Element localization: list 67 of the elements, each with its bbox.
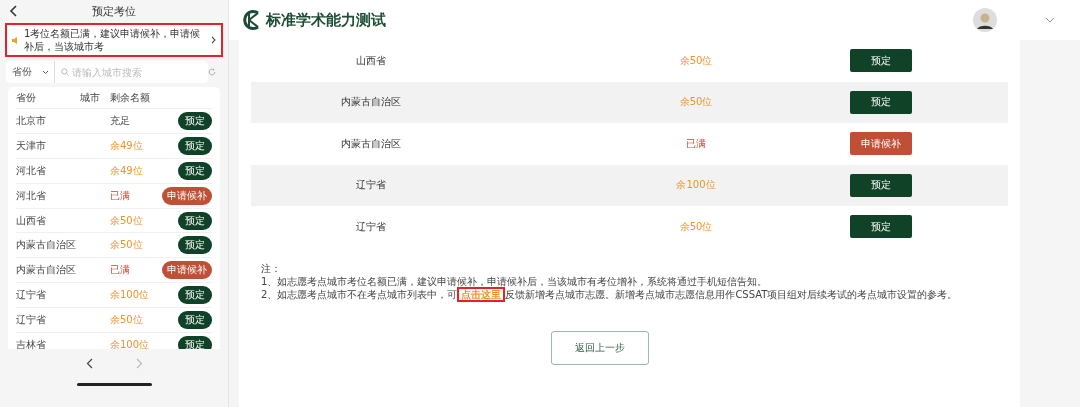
- table-cell-text: 内蒙古自治区: [340, 95, 402, 110]
- table-cell-text: 辽宁省: [355, 219, 387, 234]
- book-button[interactable]: 预定: [178, 286, 212, 305]
- table-cell-text: 已满: [110, 263, 131, 278]
- note-text: 1、如志愿考点城市考位名额已满，建议申请候补，申请候补后，当该城市有考位增补，系统将通过手机短信告知。: [261, 274, 769, 288]
- book-button[interactable]: 预定: [178, 311, 212, 330]
- book-button[interactable]: 预定: [178, 161, 212, 180]
- notice-text: 1考位名额已满，建议申请候补，申请候补后，当该城市考: [24, 27, 202, 53]
- page-title: 预定考位: [92, 3, 136, 19]
- note-heading: 注：: [261, 261, 282, 275]
- book-button[interactable]: 预定: [850, 173, 912, 197]
- note-text: 2、如志愿考点城市不在考点城市列表中，可: [261, 288, 458, 300]
- caret-icon: [42, 69, 49, 75]
- table-cell-text: 余50位: [678, 95, 714, 110]
- table-cell-text: 已满: [110, 188, 131, 203]
- column-header: 剩余名额: [110, 90, 151, 105]
- book-button[interactable]: 预定: [178, 136, 212, 155]
- table-cell-text: 北京市: [16, 113, 47, 128]
- table-cell-text: 余50位: [110, 238, 144, 253]
- table-cell-text: 内蒙古自治区: [340, 136, 402, 151]
- waitlist-button[interactable]: 申请候补: [162, 261, 212, 280]
- table-cell-text: 内蒙古自治区: [16, 238, 77, 253]
- forward-icon: [135, 357, 143, 369]
- table-cell-text: 辽宁省: [16, 288, 47, 303]
- book-button[interactable]: 预定: [178, 335, 212, 349]
- back-icon[interactable]: [85, 357, 93, 369]
- waitlist-button[interactable]: 申请候补: [162, 186, 212, 205]
- table-cell-text: 余49位: [110, 163, 144, 178]
- book-button[interactable]: 预定: [850, 49, 912, 73]
- chevron-right-icon: [211, 36, 216, 44]
- table-cell-text: 余100位: [110, 337, 151, 349]
- back-button[interactable]: 返回上一步: [550, 330, 649, 365]
- note-text: 反馈新增考点城市志愿。新增考点城市志愿信息用作CSSAT项目组对后续考试的考点城市设置的参考。: [505, 288, 958, 300]
- table-cell-text: 充足: [110, 113, 131, 128]
- table-cell-text: 山西省: [355, 53, 387, 68]
- table-cell-text: 山西省: [16, 213, 47, 228]
- table-cell-text: 内蒙古自治区: [16, 263, 77, 278]
- table-cell-text: 余100位: [675, 178, 717, 193]
- book-button[interactable]: 预定: [178, 111, 212, 130]
- speaker-icon: [12, 36, 20, 44]
- table-cell-text: 余50位: [678, 219, 714, 234]
- table-cell-text: 天津市: [16, 138, 47, 153]
- book-button[interactable]: 预定: [850, 90, 912, 114]
- book-button[interactable]: 预定: [178, 211, 212, 230]
- back-icon[interactable]: [9, 5, 17, 17]
- waitlist-button[interactable]: 申请候补: [850, 132, 912, 156]
- table-cell-text: 余100位: [110, 288, 151, 303]
- table-cell-text: 河北省: [16, 188, 47, 203]
- notice-bar[interactable]: 1考位名额已满，建议申请候补，申请候补后，当该城市考: [5, 23, 223, 57]
- table-cell-text: 已满: [685, 136, 707, 151]
- column-header: 城市: [80, 90, 101, 105]
- logo-text: 标准学术能力测试: [266, 10, 386, 30]
- table-cell-text: 余50位: [678, 53, 714, 68]
- province-dropdown[interactable]: 省份: [6, 61, 55, 83]
- avatar-icon[interactable]: [973, 8, 997, 32]
- column-header: 省份: [16, 90, 37, 105]
- table-cell-text: 辽宁省: [355, 178, 387, 193]
- book-button[interactable]: 预定: [178, 236, 212, 255]
- table-cell-text: 吉林省: [16, 337, 47, 349]
- table-cell-text: 辽宁省: [16, 313, 47, 328]
- chevron-down-icon[interactable]: [1045, 17, 1055, 23]
- search-field[interactable]: 请输入城市搜索: [55, 61, 208, 83]
- table-cell-text: 余50位: [110, 313, 144, 328]
- book-button[interactable]: 预定: [850, 215, 912, 239]
- table-cell-text: 余49位: [110, 138, 144, 153]
- table-cell-text: 河北省: [16, 163, 47, 178]
- table-cell-text: 余50位: [110, 213, 144, 228]
